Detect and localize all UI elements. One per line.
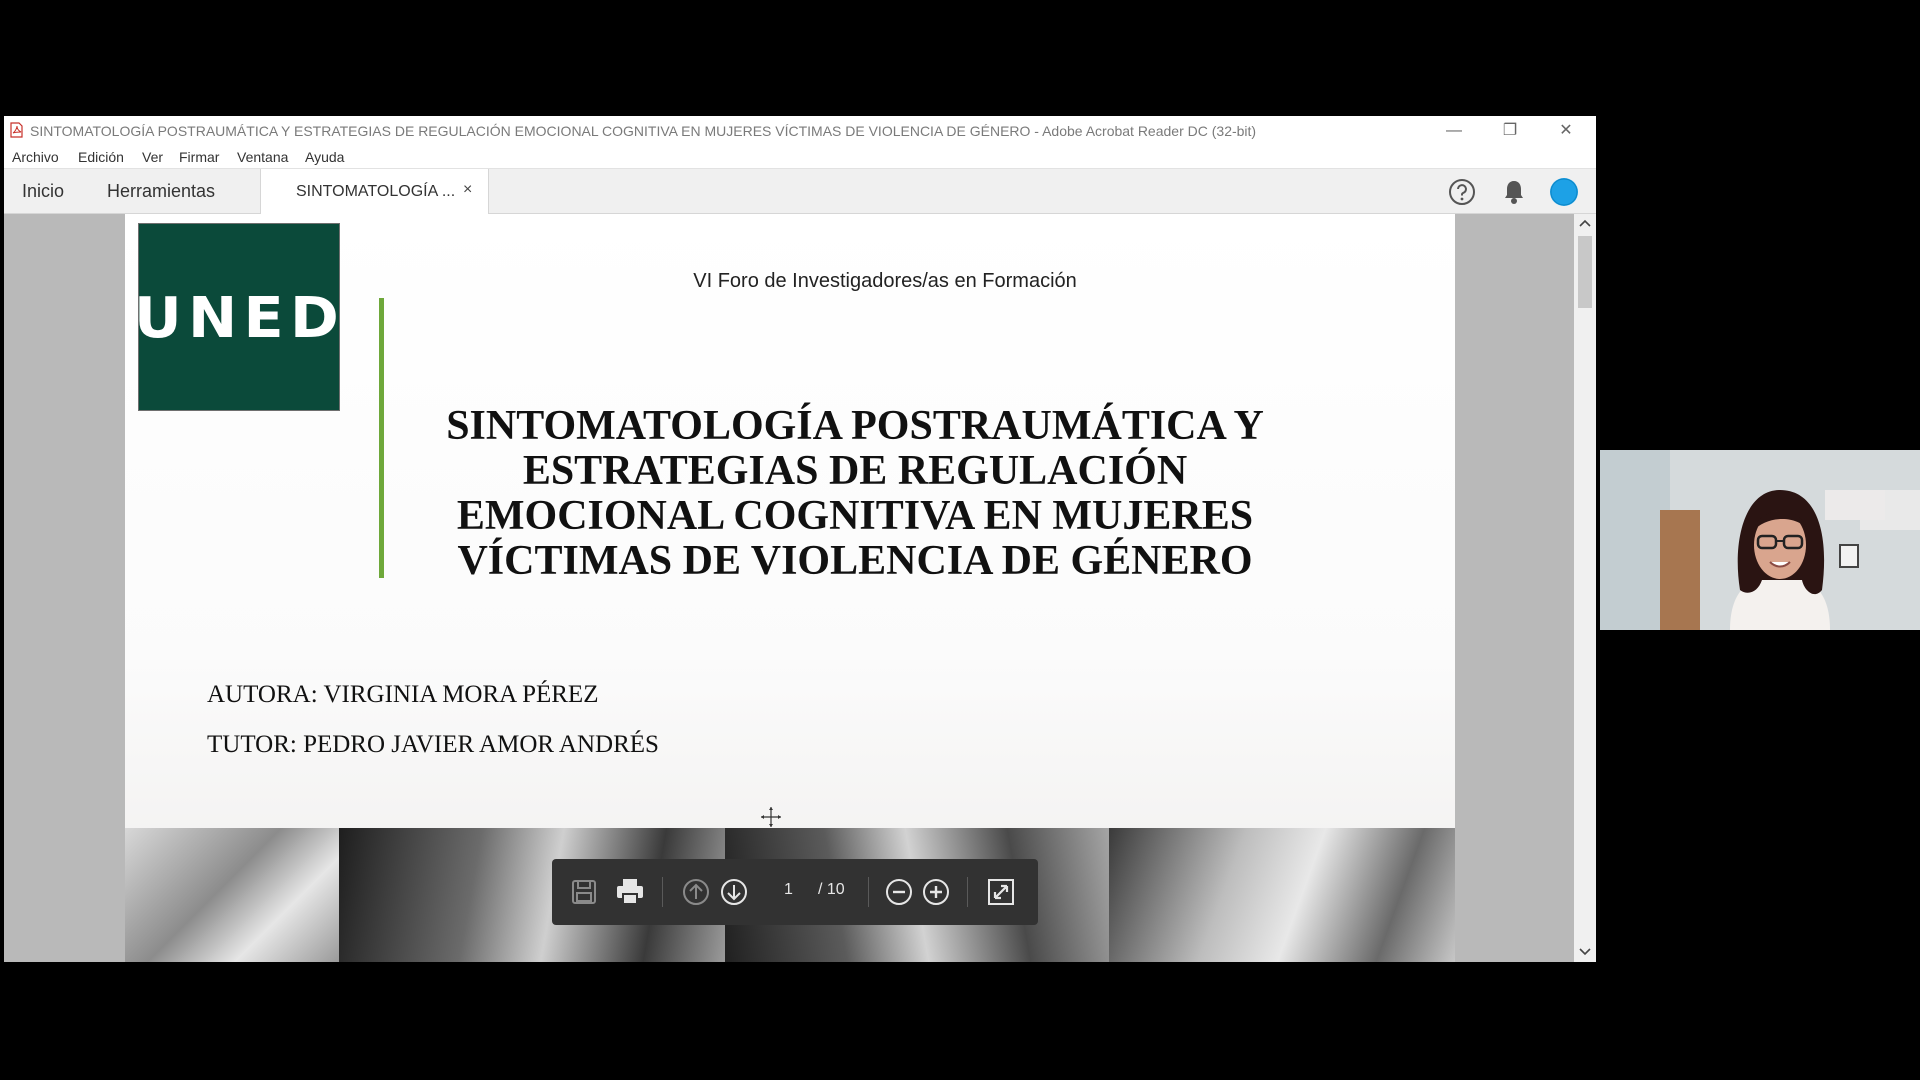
accent-bar <box>379 298 384 578</box>
close-tab-icon[interactable]: × <box>463 181 472 199</box>
print-icon[interactable] <box>615 876 645 906</box>
help-icon[interactable] <box>1448 178 1476 206</box>
acrobat-window: SINTOMATOLOGÍA POSTRAUMÁTICA Y ESTRATEGI… <box>4 116 1596 962</box>
forum-heading: VI Foro de Investigadores/as en Formació… <box>693 270 1077 292</box>
menu-bar: Archivo Edición Ver Firmar Ventana Ayuda <box>4 146 1596 169</box>
zoom-out-icon[interactable] <box>885 878 913 906</box>
menu-firmar[interactable]: Firmar <box>179 149 219 165</box>
menu-ver[interactable]: Ver <box>142 149 163 165</box>
title-line: VÍCTIMAS DE VIOLENCIA DE GÉNERO <box>457 538 1253 584</box>
presentation-title: SINTOMATOLOGÍA POSTRAUMÁTICA Y ESTRATEGI… <box>415 404 1295 584</box>
uned-logo-text: UNED <box>134 286 346 351</box>
tab-herramientas[interactable]: Herramientas <box>107 181 215 202</box>
title-line: EMOCIONAL COGNITIVA EN MUJERES <box>456 493 1254 539</box>
scroll-down-icon[interactable] <box>1579 947 1591 957</box>
title-bar: SINTOMATOLOGÍA POSTRAUMÁTICA Y ESTRATEGI… <box>4 116 1596 146</box>
zoom-in-icon[interactable] <box>922 878 950 906</box>
pdf-file-icon <box>10 122 23 138</box>
uned-logo: UNED <box>134 223 340 411</box>
vertical-scrollbar[interactable] <box>1574 214 1596 962</box>
fit-page-icon[interactable] <box>986 877 1016 907</box>
webcam-video <box>1600 450 1920 630</box>
menu-edicion[interactable]: Edición <box>78 149 124 165</box>
tab-document[interactable]: SINTOMATOLOGÍA ... × <box>260 169 489 214</box>
save-icon[interactable] <box>570 878 598 906</box>
document-viewer[interactable]: UNED VI Foro de Investigadores/as en For… <box>4 214 1596 962</box>
next-page-icon[interactable] <box>720 878 748 906</box>
current-page-input[interactable]: 1 <box>784 881 793 899</box>
previous-page-icon[interactable] <box>682 878 710 906</box>
window-title: SINTOMATOLOGÍA POSTRAUMÁTICA Y ESTRATEGI… <box>30 123 1257 139</box>
toolbar-separator <box>868 877 869 907</box>
tab-inicio[interactable]: Inicio <box>22 181 64 202</box>
close-window-button[interactable]: ✕ <box>1538 116 1594 146</box>
toolbar-separator <box>662 877 663 907</box>
tab-bar: Inicio Herramientas SINTOMATOLOGÍA ... × <box>4 169 1596 214</box>
title-line: SINTOMATOLOGÍA POSTRAUMÁTICA Y <box>446 403 1264 449</box>
scrollbar-thumb[interactable] <box>1578 236 1592 308</box>
menu-ventana[interactable]: Ventana <box>237 149 288 165</box>
decorative-photo <box>1109 828 1455 962</box>
menu-ayuda[interactable]: Ayuda <box>305 149 344 165</box>
pdf-page: UNED VI Foro de Investigadores/as en For… <box>125 214 1455 962</box>
toolbar-separator <box>967 877 968 907</box>
menu-archivo[interactable]: Archivo <box>12 149 59 165</box>
total-pages: / 10 <box>818 881 845 898</box>
floating-page-toolbar: 1 / 10 <box>552 859 1038 925</box>
tutor-line: TUTOR: PEDRO JAVIER AMOR ANDRÉS <box>207 731 659 758</box>
title-line: ESTRATEGIAS DE REGULACIÓN <box>522 448 1188 494</box>
document-tab-label: SINTOMATOLOGÍA ... <box>296 183 456 200</box>
scroll-up-icon[interactable] <box>1579 218 1591 228</box>
decorative-photo <box>125 828 339 962</box>
author-line: AUTORA: VIRGINIA MORA PÉREZ <box>207 681 599 708</box>
notifications-bell-icon[interactable] <box>1502 179 1526 205</box>
minimize-button[interactable]: — <box>1426 116 1482 146</box>
move-cursor-icon <box>761 807 781 827</box>
webcam-person-image <box>1600 450 1920 630</box>
restore-button[interactable]: ❐ <box>1482 116 1538 146</box>
account-avatar-icon[interactable] <box>1549 177 1579 207</box>
